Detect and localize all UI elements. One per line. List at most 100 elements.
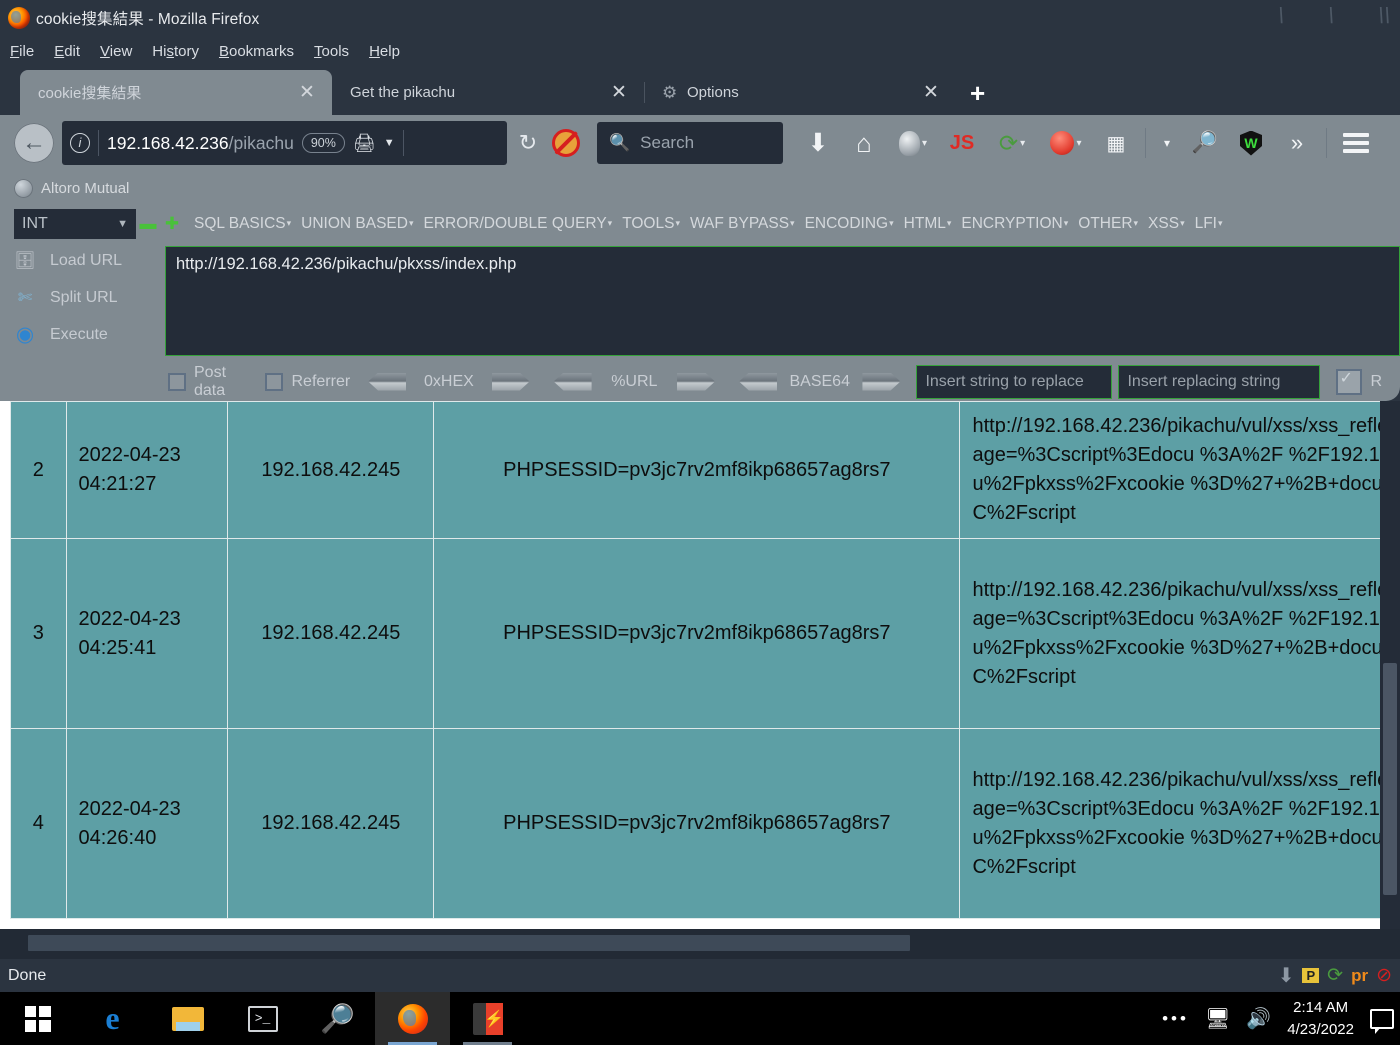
url-divider [98, 130, 99, 156]
url-label: %URL [592, 373, 677, 391]
replace-enabled-checkbox[interactable] [1336, 369, 1362, 395]
burp-suite-button[interactable] [450, 992, 525, 1045]
tab-close-icon[interactable]: ✕ [296, 81, 318, 104]
hackbar-type-select[interactable]: INT ▼ [14, 209, 136, 239]
terminal-button[interactable]: >_ [225, 992, 300, 1045]
skull-icon[interactable]: ▾ [887, 121, 939, 165]
split-url-button[interactable]: ✄ Split URL [0, 279, 165, 316]
start-button[interactable] [0, 992, 75, 1045]
tray-overflow-button[interactable]: ••• [1162, 1009, 1189, 1029]
vertical-scrollbar-thumb[interactable] [1383, 663, 1397, 895]
hackbar-menu-sql-basics[interactable]: SQL BASICS▾ [194, 215, 291, 233]
chevron-down-icon[interactable]: ▾ [1152, 121, 1182, 165]
minimize-button[interactable]: \ [1275, 4, 1286, 28]
search-input[interactable]: 🔍 Search [597, 122, 783, 164]
home-icon[interactable]: ⌂ [841, 121, 887, 165]
edge-button[interactable]: e [75, 992, 150, 1045]
vertical-scrollbar[interactable] [1380, 401, 1400, 929]
chevron-down-icon[interactable]: ▼ [384, 137, 395, 149]
hamburger-menu-icon[interactable] [1333, 121, 1379, 165]
execute-button[interactable]: ◉ Execute [0, 316, 165, 353]
menu-history[interactable]: History [152, 43, 199, 60]
noscript-icon[interactable] [549, 126, 583, 160]
search-icon: 🔍 [609, 133, 630, 153]
hex-decode-button[interactable] [368, 373, 406, 391]
privacy-badger-icon[interactable]: P [1302, 968, 1319, 983]
back-button[interactable]: ← [14, 123, 54, 163]
menu-bookmarks[interactable]: Bookmarks [219, 43, 294, 60]
new-tab-button[interactable]: + [956, 78, 999, 115]
window-controls[interactable]: \ \ \\ [1278, 4, 1390, 28]
base64-decode-button[interactable] [739, 373, 777, 391]
hackbar-menu-xss[interactable]: XSS▾ [1148, 215, 1185, 233]
tab-get-the-pikachu[interactable]: Get the pikachu ✕ [332, 70, 644, 115]
proxy-tray-icon[interactable]: pr [1351, 966, 1368, 986]
hex-encode-button[interactable] [492, 373, 530, 391]
download-arrow-icon[interactable]: ⬇ [1278, 963, 1295, 988]
tab-cookie-results[interactable]: cookie搜集結果 ✕ [20, 70, 332, 115]
site-info-icon[interactable]: i [70, 133, 90, 153]
hackbar-menu-lfi[interactable]: LFI▾ [1195, 215, 1223, 233]
load-url-button[interactable]: 🗄 Load URL [0, 242, 165, 279]
menu-label: HTML [904, 215, 946, 232]
close-button[interactable]: \\ [1375, 4, 1392, 28]
javascript-toggle-icon[interactable]: JS [939, 121, 985, 165]
sqlmap-icon[interactable]: ⟳▾ [985, 121, 1039, 165]
replace-from-input[interactable]: Insert string to replace [916, 365, 1112, 399]
add-tab-button[interactable]: ✚ [160, 214, 184, 234]
horizontal-scrollbar[interactable] [0, 929, 1400, 959]
menu-view[interactable]: View [100, 43, 132, 60]
taskbar-clock[interactable]: 2:14 AM 4/23/2022 [1287, 997, 1354, 1041]
volume-icon[interactable]: 🔊 [1246, 1006, 1271, 1031]
tab-close-icon[interactable]: ✕ [920, 81, 942, 104]
maximize-button[interactable]: \ [1325, 4, 1336, 28]
url-decode-button[interactable] [554, 373, 592, 391]
url-encode-button[interactable] [677, 373, 715, 391]
table-row[interactable]: 3 2022-04-23 04:25:41 192.168.42.245 PHP… [11, 539, 1400, 729]
notification-icon[interactable] [1370, 1009, 1394, 1029]
hackbar-menu-waf-bypass[interactable]: WAF BYPASS▾ [690, 215, 795, 233]
hackbar-menu-encoding[interactable]: ENCODING▾ [805, 215, 894, 233]
shield-w-icon[interactable]: W [1228, 121, 1274, 165]
file-explorer-button[interactable] [150, 992, 225, 1045]
zoom-level-indicator[interactable]: 90% [302, 133, 345, 153]
hackbar-menu-html[interactable]: HTML▾ [904, 215, 952, 233]
menu-tools[interactable]: Tools [314, 43, 349, 60]
hackbar-menu-tools[interactable]: TOOLS▾ [622, 215, 680, 233]
horizontal-scrollbar-thumb[interactable] [28, 935, 910, 951]
sqlmap-tray-icon[interactable]: ⟳ [1327, 964, 1343, 987]
network-icon[interactable]: 🖥 [1205, 1006, 1230, 1031]
noscript-tray-icon[interactable]: ⊘ [1376, 964, 1392, 987]
post-data-checkbox[interactable] [168, 373, 186, 391]
split-url-icon: ✄ [12, 286, 38, 310]
reader-mode-icon[interactable]: 🖨 [353, 133, 376, 154]
menu-edit[interactable]: Edit [54, 43, 80, 60]
hackbar-icon[interactable]: ▾ [1039, 121, 1093, 165]
referrer-label: Referrer [291, 373, 350, 391]
hackbar-search-icon[interactable]: 🔎 [1182, 121, 1228, 165]
hackbar-url-textarea[interactable]: http://192.168.42.236/pikachu/pkxss/inde… [165, 246, 1400, 356]
bookmark-altoro-mutual[interactable]: Altoro Mutual [41, 180, 129, 197]
overflow-icon[interactable]: » [1274, 121, 1320, 165]
tab-close-icon[interactable]: ✕ [608, 81, 630, 104]
hackbar-menu-union-based[interactable]: UNION BASED▾ [301, 215, 413, 233]
hackbar-menu-other[interactable]: OTHER▾ [1078, 215, 1138, 233]
menu-file[interactable]: File [10, 43, 34, 60]
table-row[interactable]: 2 2022-04-23 04:21:27 192.168.42.245 PHP… [11, 402, 1400, 539]
search-button[interactable]: 🔎 [300, 992, 375, 1045]
menu-help[interactable]: Help [369, 43, 400, 60]
replace-to-input[interactable]: Insert replacing string [1118, 365, 1320, 399]
hackbar-menu-error-double-query[interactable]: ERROR/DOUBLE QUERY▾ [423, 215, 612, 233]
cookie-manager-icon[interactable]: ▦ [1093, 121, 1139, 165]
table-row[interactable]: 4 2022-04-23 04:26:40 192.168.42.245 PHP… [11, 729, 1400, 919]
tab-options[interactable]: ⚙ Options ✕ [644, 70, 956, 115]
base64-encode-button[interactable] [862, 373, 900, 391]
referrer-checkbox[interactable] [265, 373, 283, 391]
url-bar[interactable]: i 192.168.42.236/pikachu 90% 🖨 ▼ [62, 121, 507, 165]
reload-button[interactable]: ↻ [507, 130, 549, 156]
downloads-icon[interactable]: ⬇ [795, 121, 841, 165]
remove-tab-button[interactable]: ▬ [136, 214, 160, 234]
chevron-down-icon: ▾ [947, 218, 952, 228]
firefox-button[interactable] [375, 992, 450, 1045]
hackbar-menu-encryption[interactable]: ENCRYPTION▾ [961, 215, 1068, 233]
